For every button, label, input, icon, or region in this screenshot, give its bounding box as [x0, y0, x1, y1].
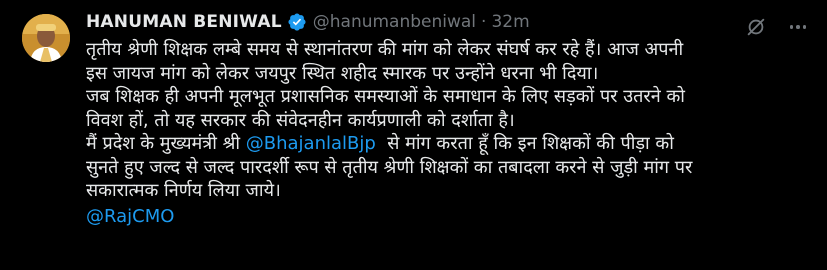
- more-options-icon[interactable]: [787, 16, 809, 38]
- tweet-text: तृतीय श्रेणी शिक्षक लम्बे समय से स्थानां…: [86, 38, 806, 228]
- display-name[interactable]: HANUMAN BENIWAL: [86, 12, 282, 32]
- grok-icon[interactable]: [745, 16, 767, 38]
- tweet-text-line: सुनते हुए जल्द से जल्द पारदर्शी रूप से त…: [86, 156, 693, 178]
- mention-link-bhajanlalbjp[interactable]: @BhajanlalBjp: [246, 133, 376, 154]
- tweet-text-line: मैं प्रदेश के मुख्यमंत्री श्री @Bhajanla…: [86, 132, 806, 156]
- tweet-text-segment: से मांग करता हूँ कि इन शिक्षकों की पीड़ा…: [375, 133, 674, 154]
- tweet-content: HANUMAN BENIWAL @hanumanbeniwal · 32m तृ…: [86, 10, 813, 228]
- tweet-text-line: विवश हों, तो यह सरकार की संवेदनहीन कार्य…: [86, 109, 515, 131]
- avatar-image: [22, 14, 70, 62]
- verified-badge-icon[interactable]: [287, 12, 307, 32]
- mention-link-rajcmo[interactable]: @RajCMO: [86, 205, 806, 229]
- tweet-header: HANUMAN BENIWAL @hanumanbeniwal · 32m: [86, 10, 813, 34]
- timestamp[interactable]: 32m: [491, 12, 529, 32]
- tweet-text-line: सकारात्मक निर्णय लिया जाये।: [86, 180, 281, 201]
- tweet-text-line: तृतीय श्रेणी शिक्षक लम्बे समय से स्थानां…: [86, 39, 684, 60]
- tweet-card[interactable]: HANUMAN BENIWAL @hanumanbeniwal · 32m तृ…: [0, 0, 827, 270]
- avatar[interactable]: [22, 14, 70, 62]
- separator-dot: ·: [481, 12, 487, 32]
- tweet-text-line: जब शिक्षक ही अपनी मूलभूत प्रशासनिक समस्य…: [86, 86, 685, 107]
- tweet-text-segment: मैं प्रदेश के मुख्यमंत्री श्री: [86, 133, 246, 154]
- handle[interactable]: @hanumanbeniwal: [313, 12, 476, 32]
- tweet-text-line: इस जायज मांग को लेकर जयपुर स्थित शहीद स्…: [86, 62, 599, 84]
